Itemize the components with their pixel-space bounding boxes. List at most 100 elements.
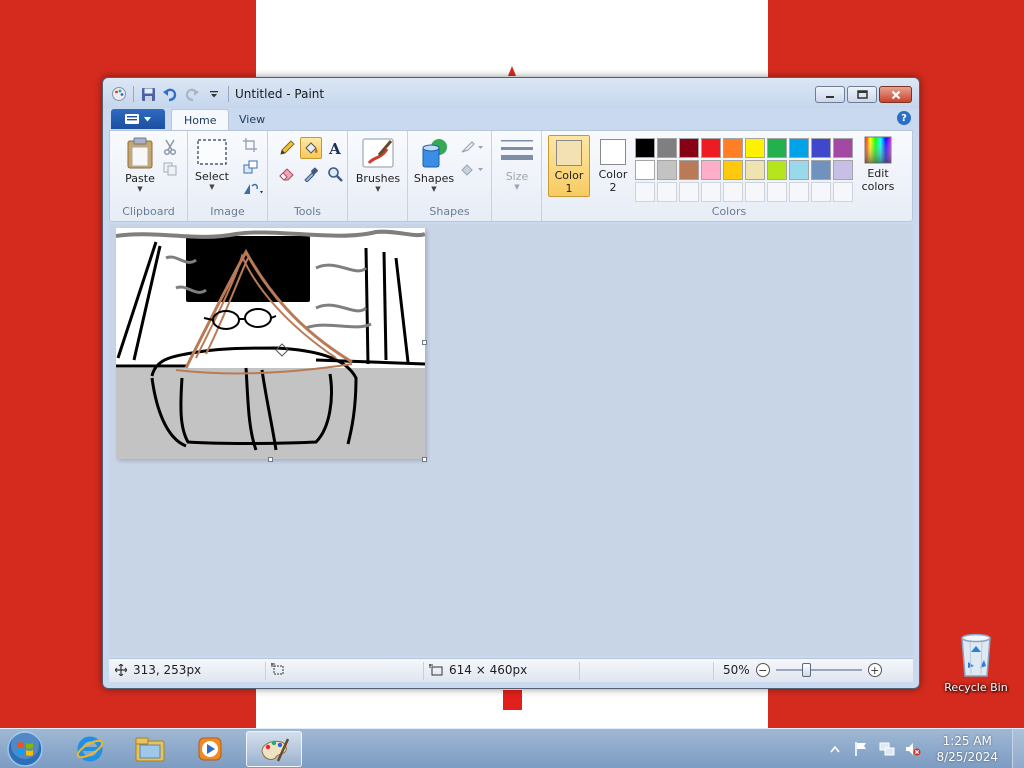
palette-custom-slot bbox=[789, 182, 809, 202]
palette-swatch[interactable] bbox=[767, 138, 787, 158]
zoom-slider[interactable] bbox=[775, 663, 862, 677]
palette-swatch[interactable] bbox=[811, 160, 831, 180]
palette-swatch[interactable] bbox=[635, 138, 655, 158]
palette-swatch[interactable] bbox=[701, 160, 721, 180]
maximize-button[interactable] bbox=[847, 86, 877, 103]
volume-muted-icon[interactable] bbox=[905, 741, 921, 757]
size-group: Size ▼ bbox=[492, 131, 542, 221]
palette-swatch[interactable] bbox=[745, 160, 765, 180]
start-button[interactable] bbox=[4, 731, 46, 767]
pencil-icon bbox=[280, 140, 295, 155]
text-tool-button[interactable]: A bbox=[324, 137, 346, 159]
brushes-group: Brushes ▼ bbox=[348, 131, 408, 221]
palette-swatch[interactable] bbox=[701, 138, 721, 158]
cursor-position-text: 313, 253px bbox=[133, 663, 202, 677]
canvas-resize-handle-right[interactable] bbox=[422, 340, 427, 345]
paint-palette-icon bbox=[261, 738, 290, 762]
minimize-button[interactable] bbox=[815, 86, 845, 103]
zoom-in-button[interactable]: + bbox=[867, 663, 882, 677]
select-icon bbox=[197, 139, 227, 165]
taskbar-internet-explorer[interactable] bbox=[62, 731, 118, 767]
zoom-slider-thumb[interactable] bbox=[801, 663, 811, 677]
wallpaper-leaf-stem bbox=[503, 690, 522, 710]
canvas-resize-handle-corner[interactable] bbox=[422, 457, 427, 462]
close-button[interactable] bbox=[879, 86, 912, 103]
paint-app-icon[interactable] bbox=[111, 86, 127, 102]
eraser-tool-button[interactable] bbox=[276, 163, 298, 185]
palette-swatch[interactable] bbox=[657, 160, 677, 180]
palette-swatch[interactable] bbox=[789, 138, 809, 158]
color2-label-line2: 2 bbox=[609, 181, 617, 194]
ribbon-tab-row: Home View ? bbox=[109, 108, 913, 130]
file-menu-icon bbox=[125, 114, 139, 124]
palette-swatch[interactable] bbox=[789, 160, 809, 180]
help-icon[interactable]: ? bbox=[897, 111, 911, 125]
selection-icon bbox=[271, 663, 284, 675]
recycle-bin-shortcut[interactable]: Recycle Bin bbox=[940, 630, 1012, 700]
show-hidden-icons-chevron-icon[interactable] bbox=[827, 741, 843, 757]
edit-colors-label-line1: Edit bbox=[867, 167, 889, 180]
svg-text:A: A bbox=[328, 140, 341, 156]
palette-swatch[interactable] bbox=[811, 138, 831, 158]
palette-custom-slot bbox=[745, 182, 765, 202]
palette-swatch[interactable] bbox=[833, 138, 853, 158]
customize-qat-dropdown-icon[interactable] bbox=[206, 86, 222, 102]
chevron-down-icon: ▼ bbox=[375, 185, 381, 193]
file-menu-button[interactable] bbox=[111, 109, 165, 129]
resize-icon[interactable] bbox=[240, 157, 260, 177]
network-icon[interactable] bbox=[879, 741, 895, 757]
canvas-resize-handle-bottom[interactable] bbox=[268, 457, 273, 462]
paste-button[interactable]: Paste ▼ bbox=[118, 137, 162, 193]
color-picker-tool-button[interactable] bbox=[300, 163, 322, 185]
palette-swatch[interactable] bbox=[767, 160, 787, 180]
fill-tool-button[interactable] bbox=[300, 137, 322, 159]
canvas-workspace[interactable] bbox=[109, 224, 913, 656]
crosshair-icon bbox=[115, 664, 127, 676]
show-desktop-button[interactable] bbox=[1012, 729, 1024, 768]
select-button[interactable]: Select ▼ bbox=[192, 137, 232, 191]
selection-size bbox=[271, 663, 291, 675]
rotate-icon[interactable] bbox=[240, 179, 266, 199]
color1-button[interactable]: Color 1 bbox=[548, 135, 590, 197]
edit-colors-button[interactable]: Edit colors bbox=[856, 135, 900, 197]
save-icon[interactable] bbox=[140, 86, 156, 102]
size-button: Size ▼ bbox=[498, 137, 536, 191]
title-bar[interactable]: Untitled - Paint bbox=[103, 78, 919, 108]
ribbon-home: Paste ▼ Clipboard Select ▼ Image A Tools… bbox=[109, 130, 913, 222]
tab-home[interactable]: Home bbox=[171, 109, 230, 130]
palette-swatch[interactable] bbox=[679, 160, 699, 180]
palette-custom-slot bbox=[723, 182, 743, 202]
palette-swatch[interactable] bbox=[679, 138, 699, 158]
clipboard-group-label: Clipboard bbox=[122, 205, 175, 218]
palette-swatch[interactable] bbox=[833, 160, 853, 180]
action-center-flag-icon[interactable] bbox=[853, 741, 869, 757]
taskbar-media-player[interactable] bbox=[182, 731, 238, 767]
palette-custom-slot bbox=[679, 182, 699, 202]
palette-custom-slot bbox=[657, 182, 677, 202]
drawing-canvas[interactable] bbox=[115, 228, 427, 462]
select-label: Select bbox=[195, 170, 229, 183]
folder-icon bbox=[135, 737, 165, 762]
color1-label-line2: 1 bbox=[565, 182, 573, 195]
palette-swatch[interactable] bbox=[723, 138, 743, 158]
taskbar-paint[interactable] bbox=[246, 731, 302, 767]
paste-icon bbox=[127, 137, 153, 169]
taskbar-file-explorer[interactable] bbox=[122, 731, 178, 767]
palette-custom-slot bbox=[833, 182, 853, 202]
undo-icon[interactable] bbox=[162, 86, 178, 102]
palette-swatch[interactable] bbox=[723, 160, 743, 180]
shapes-group: Shapes ▼ Shapes bbox=[408, 131, 492, 221]
zoom-out-button[interactable]: − bbox=[755, 663, 770, 677]
magnifier-tool-button[interactable] bbox=[324, 163, 346, 185]
palette-swatch[interactable] bbox=[745, 138, 765, 158]
shapes-button[interactable]: Shapes ▼ bbox=[412, 137, 456, 193]
pencil-tool-button[interactable] bbox=[276, 137, 298, 159]
image-group: Select ▼ Image bbox=[188, 131, 268, 221]
palette-swatch[interactable] bbox=[635, 160, 655, 180]
brushes-button[interactable]: Brushes ▼ bbox=[354, 137, 402, 193]
tab-view[interactable]: View bbox=[227, 109, 277, 130]
taskbar-clock[interactable]: 1:25 AM 8/25/2024 bbox=[926, 733, 1012, 765]
paint-window: Untitled - Paint Home View ? Paste ▼ Cli… bbox=[102, 77, 920, 689]
palette-swatch[interactable] bbox=[657, 138, 677, 158]
color2-button[interactable]: Color 2 bbox=[592, 135, 634, 197]
